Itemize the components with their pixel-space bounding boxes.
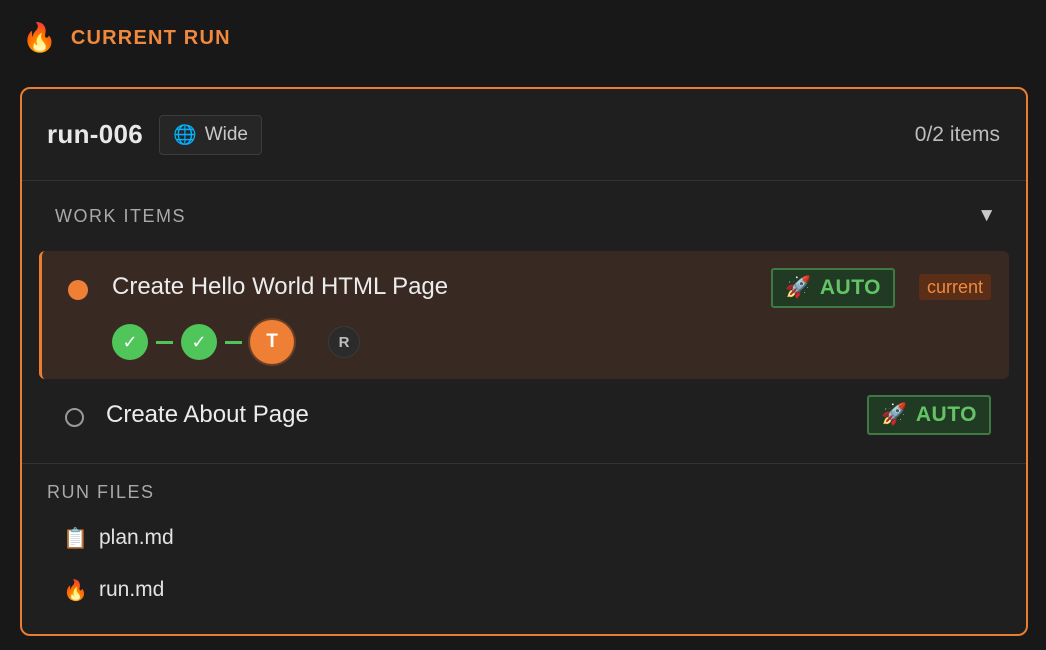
step-active: T (250, 320, 294, 364)
mode-badge: 🚀 AUTO (867, 395, 991, 435)
step-progress: ✓ ✓ T R (112, 320, 360, 364)
file-name: run.md (99, 578, 165, 601)
work-item-title: Create About Page (106, 401, 309, 428)
status-dot-pending (65, 408, 84, 427)
step-connector (225, 340, 242, 344)
step-done: ✓ (112, 324, 148, 360)
clipboard-icon: 📋 (63, 527, 88, 550)
step-connector (156, 340, 173, 344)
work-item-title: Create Hello World HTML Page (112, 273, 449, 300)
section-title: CURRENT RUN (70, 26, 231, 49)
step-pending: R (328, 326, 360, 358)
section-header: 🔥 CURRENT RUN (22, 24, 231, 52)
run-files-label: RUN FILES (47, 482, 155, 502)
scope-label: Wide (204, 123, 248, 145)
mode-badge: 🚀 AUTO (771, 268, 895, 308)
file-name: plan.md (99, 526, 174, 549)
item-count: 0/2 items (914, 122, 1000, 146)
current-tag: current (918, 274, 991, 300)
flame-icon: 🔥 (63, 579, 88, 602)
run-id: run-006 (47, 119, 144, 149)
file-link-run[interactable]: 🔥 run.md (47, 573, 1026, 607)
work-item-current[interactable]: Create Hello World HTML Page 🚀 AUTO curr… (39, 251, 1009, 379)
status-dot-active (68, 280, 88, 300)
current-run-card: run-006 🌐 Wide 0/2 items WORK ITEMS ▼ Cr… (20, 87, 1028, 636)
globe-icon: 🌐 (173, 124, 197, 146)
run-files-section: RUN FILES 📋 plan.md 🔥 run.md (22, 463, 1026, 625)
work-items-header[interactable]: WORK ITEMS ▼ (22, 181, 1026, 251)
work-item[interactable]: Create About Page 🚀 AUTO (39, 379, 1009, 465)
rocket-icon: 🚀 (785, 276, 812, 299)
run-header: run-006 🌐 Wide 0/2 items (22, 89, 1026, 181)
mode-label: AUTO (819, 276, 881, 299)
rocket-icon: 🚀 (881, 403, 908, 426)
file-link-plan[interactable]: 📋 plan.md (47, 521, 1026, 555)
mode-label: AUTO (915, 403, 977, 426)
collapse-toggle-icon[interactable]: ▼ (977, 205, 996, 227)
work-items-label: WORK ITEMS (55, 205, 186, 226)
flame-icon: 🔥 (22, 22, 57, 53)
step-done: ✓ (181, 324, 217, 360)
scope-badge: 🌐 Wide (159, 114, 262, 155)
